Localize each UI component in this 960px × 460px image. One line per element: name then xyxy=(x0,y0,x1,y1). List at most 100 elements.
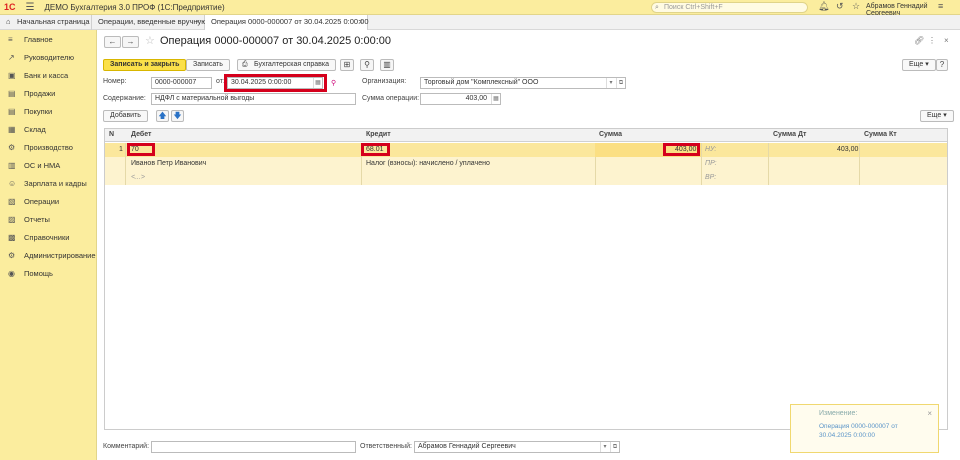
sidebar-item-label: Справочники xyxy=(24,233,70,242)
credit-account[interactable]: 68.01 xyxy=(366,146,384,153)
open-icon[interactable]: ⧉ xyxy=(616,78,625,88)
save-and-close-button[interactable]: Записать и закрыть xyxy=(103,59,187,71)
content-label: Содержание: xyxy=(103,95,146,102)
bank-icon: ▣ xyxy=(8,71,16,80)
sidebar-item-main[interactable]: ≡ Главное xyxy=(0,31,97,49)
search-placeholder: Поиск Ctrl+Shift+F xyxy=(664,4,723,11)
sidebar-item-fixed-assets[interactable]: ▥ ОС и НМА xyxy=(0,157,97,175)
sidebar-item-label: Отчеты xyxy=(24,215,50,224)
dropdown-icon[interactable]: ▾ xyxy=(606,78,615,88)
tab-manual-operations[interactable]: Операции, введенные вручную × xyxy=(92,15,207,30)
header-credit[interactable]: Кредит xyxy=(366,131,391,138)
operation-sum-value: 403,00 xyxy=(465,95,487,102)
close-icon[interactable]: × xyxy=(927,409,932,418)
sidebar-item-label: Операции xyxy=(24,197,60,206)
sidebar-item-help[interactable]: ◉ Помощь xyxy=(0,265,97,283)
credit-subconto-1[interactable]: Налог (взносы): начислено / уплачено xyxy=(366,160,490,167)
operation-sum-field[interactable]: 403,00 ▦ xyxy=(420,93,501,105)
move-down-icon[interactable]: 🡇︎ xyxy=(171,110,184,122)
notification-body[interactable]: Операция 0000-000007 от 30.04.2025 0:00:… xyxy=(819,422,919,440)
change-notification[interactable]: Изменение: Операция 0000-000007 от 30.04… xyxy=(790,404,939,453)
sidebar-item-label: Главное xyxy=(24,35,53,44)
sum-value[interactable]: 403,00 xyxy=(675,146,696,153)
reports-icon: ▨ xyxy=(8,215,16,224)
calculator-icon[interactable]: ▦ xyxy=(491,94,500,104)
button-label: Еще xyxy=(909,61,924,68)
responsible-field[interactable]: Абрамов Геннадий Сергеевич ▾ ⧉ xyxy=(414,441,620,453)
help-button[interactable]: ? xyxy=(936,59,948,71)
settings-icon[interactable]: ≡ xyxy=(938,1,943,11)
sidebar-item-manager[interactable]: ↗ Руководителю xyxy=(0,49,97,67)
organization-label: Организация: xyxy=(362,78,407,85)
bell-icon[interactable]: 🔔︎ xyxy=(818,1,829,12)
calendar-icon[interactable]: ▦ xyxy=(313,78,322,88)
content-field[interactable]: НДФЛ с материальной выгоды xyxy=(151,93,356,105)
date-label: от: xyxy=(216,78,225,85)
forward-button[interactable]: → xyxy=(122,36,139,48)
table-more-button[interactable]: Еще ▾ xyxy=(920,110,954,122)
debit-subconto-2[interactable]: <...> xyxy=(131,174,145,181)
form-title: Операция 0000-000007 от 30.04.2025 0:00:… xyxy=(160,35,391,47)
move-up-icon[interactable]: 🡅︎ xyxy=(156,110,169,122)
sidebar-item-operations[interactable]: ▧ Операции xyxy=(0,193,97,211)
table-row[interactable] xyxy=(105,157,947,171)
back-button[interactable]: ← xyxy=(104,36,121,48)
debit-account[interactable]: 70 xyxy=(131,146,139,153)
responsible-label: Ответственный: xyxy=(360,443,412,450)
table-row[interactable] xyxy=(105,171,947,185)
sidebar-item-label: Банк и касса xyxy=(24,71,69,80)
debit-subconto-1[interactable]: Иванов Петр Иванович xyxy=(131,160,206,167)
history-icon[interactable]: ↺ xyxy=(836,1,844,12)
sidebar-item-warehouse[interactable]: ▦ Склад xyxy=(0,121,97,139)
sidebar-item-administration[interactable]: ⚙ Администрирование xyxy=(0,247,97,265)
link-icon[interactable]: 🔗︎ xyxy=(914,36,924,45)
open-icon[interactable]: ⧉ xyxy=(610,442,619,452)
sidebar-item-label: Помощь xyxy=(24,269,53,278)
close-icon[interactable]: × xyxy=(359,15,363,29)
number-field[interactable]: 0000-000007 xyxy=(151,77,212,89)
tab-label: Операции, введенные вручную xyxy=(98,17,207,26)
structure-icon[interactable]: ⊞ xyxy=(340,59,354,71)
sidebar-item-reports[interactable]: ▨ Отчеты xyxy=(0,211,97,229)
add-row-button[interactable]: Добавить xyxy=(103,110,148,122)
date-value: 30.04.2025 0:00:00 xyxy=(231,79,292,86)
close-icon[interactable]: × xyxy=(944,36,949,45)
sidebar-item-label: Администрирование xyxy=(24,251,96,260)
sidebar-item-sales[interactable]: ▤ Продажи xyxy=(0,85,97,103)
table-row[interactable] xyxy=(105,143,947,157)
sidebar-item-label: ОС и НМА xyxy=(24,161,61,170)
sidebar-item-bank[interactable]: ▣ Банк и касса xyxy=(0,67,97,85)
organization-field[interactable]: Торговый дом "Комплексный" ООО ▾ ⧉ xyxy=(420,77,626,89)
dropdown-icon[interactable]: ▾ xyxy=(600,442,609,452)
close-icon[interactable]: × xyxy=(196,15,200,29)
tab-home[interactable]: ⌂ Начальная страница xyxy=(0,15,92,30)
operation-sum-label: Сумма операции: xyxy=(362,95,420,102)
column-divider xyxy=(701,143,702,185)
more-button[interactable]: Еще ▾ xyxy=(902,59,936,71)
vr-label: ВР: xyxy=(705,174,717,181)
save-button[interactable]: Записать xyxy=(186,59,230,71)
more-actions-icon[interactable]: ⋮ xyxy=(928,36,936,45)
tab-operation[interactable]: Операция 0000-000007 от 30.04.2025 0:00:… xyxy=(205,15,369,30)
date-field[interactable]: 30.04.2025 0:00:00 ▦ xyxy=(227,77,323,89)
sum-dt-value[interactable]: 403,00 xyxy=(837,146,858,153)
header-debit[interactable]: Дебет xyxy=(131,131,151,138)
sidebar-item-directories[interactable]: ▩ Справочники xyxy=(0,229,97,247)
sidebar-item-purchases[interactable]: ▤ Покупки xyxy=(0,103,97,121)
delete-icon[interactable]: ▥ xyxy=(380,59,394,71)
favorite-star-icon[interactable]: ☆ xyxy=(145,34,155,47)
global-search-input[interactable]: ⌕ Поиск Ctrl+Shift+F xyxy=(651,2,808,13)
star-icon[interactable]: ☆ xyxy=(852,1,860,12)
printer-icon: ⎙ xyxy=(242,61,248,68)
header-sum[interactable]: Сумма xyxy=(599,131,622,138)
accounting-report-button[interactable]: ⎙ Бухгалтерская справка xyxy=(237,59,336,71)
sidebar-item-salary[interactable]: ☺ Зарплата и кадры xyxy=(0,175,97,193)
header-sum-kt[interactable]: Сумма Кт xyxy=(864,131,897,138)
comment-field[interactable] xyxy=(151,441,356,453)
column-divider xyxy=(859,143,860,185)
attach-icon[interactable]: ⚲ xyxy=(360,59,374,71)
sidebar-item-production[interactable]: ⚙ Производство xyxy=(0,139,97,157)
header-sum-dt[interactable]: Сумма Дт xyxy=(773,131,806,138)
column-divider xyxy=(125,143,126,185)
menu-icon[interactable]: ☰ xyxy=(26,2,35,13)
